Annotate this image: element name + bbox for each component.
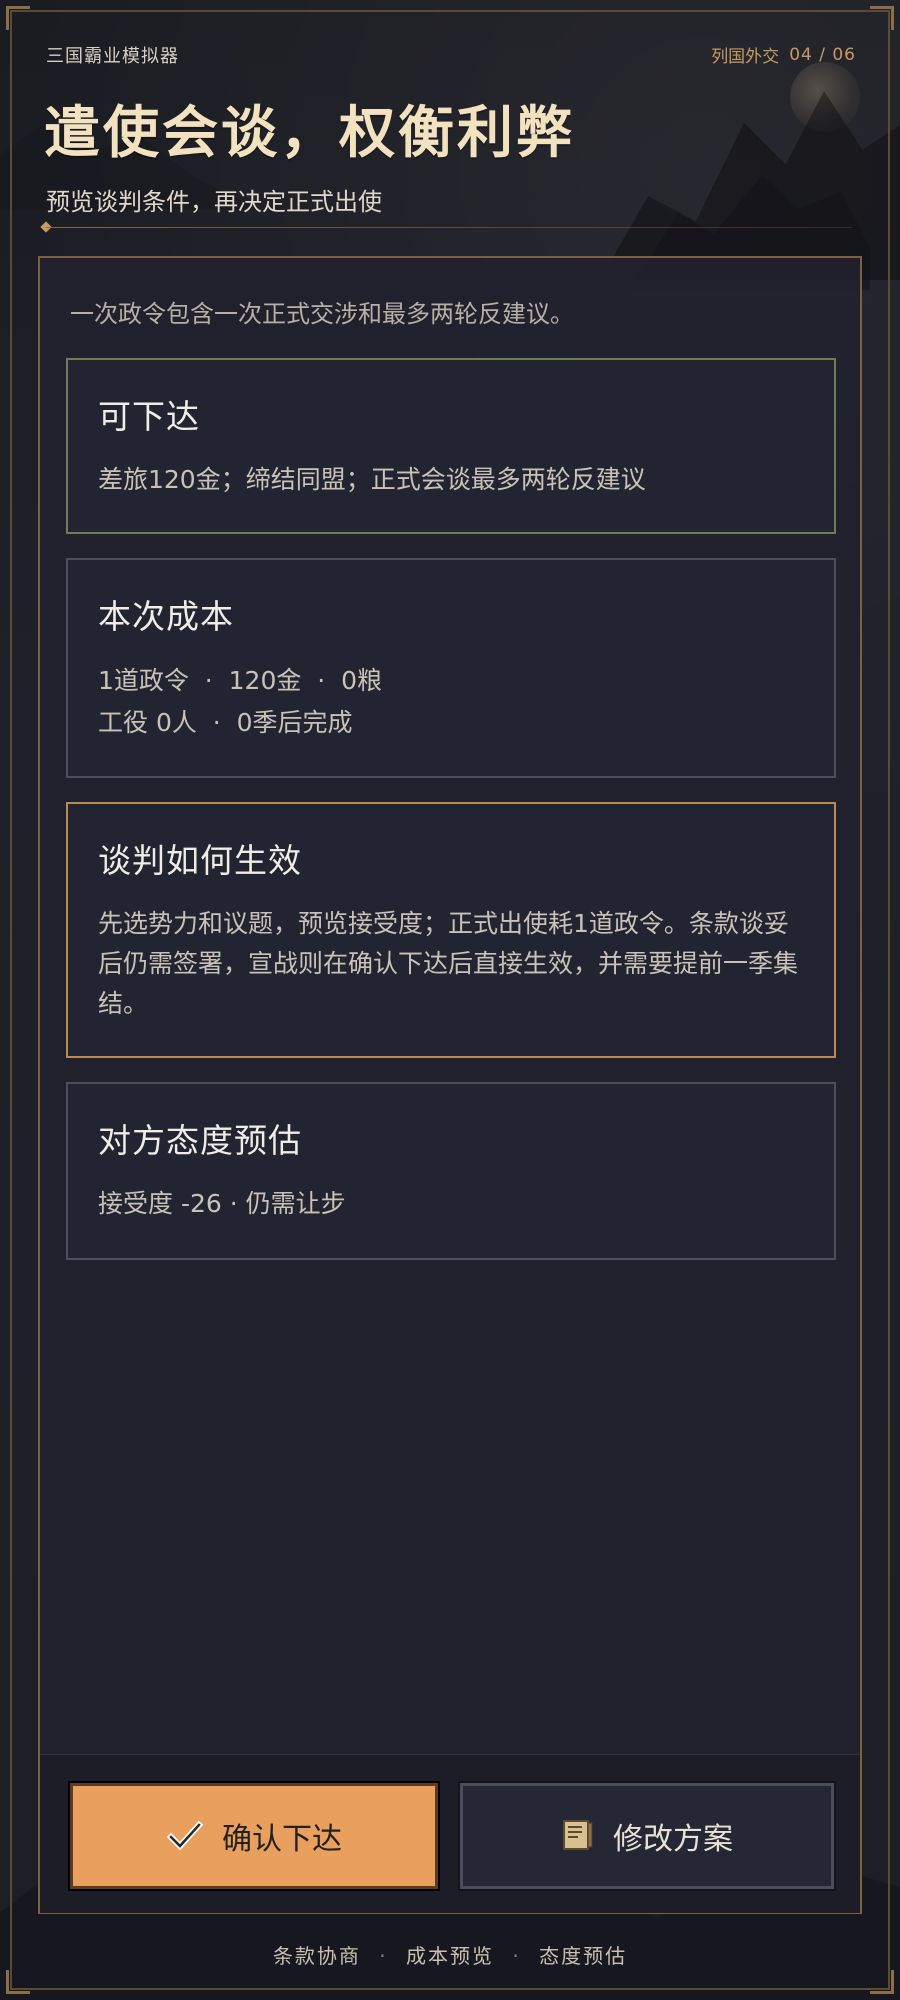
panel-description: 一次政令包含一次正式交涉和最多两轮反建议。 bbox=[70, 300, 574, 328]
diplomacy-screen: 三国霸业模拟器 列国外交 04 / 06 遣使会谈，权衡利弊 预览谈判条件，再决… bbox=[0, 0, 900, 2000]
page-title: 遣使会谈，权衡利弊 bbox=[44, 100, 575, 166]
cost-card: 本次成本 1道政令 · 120金 · 0粮 工役 0人 · 0季后完成 bbox=[66, 558, 836, 778]
confirm-button[interactable]: 确认下达 bbox=[70, 1783, 438, 1889]
page-progress: 列国外交 04 / 06 bbox=[711, 42, 856, 68]
corner-ornament bbox=[870, 1970, 894, 1994]
attitude-card: 对方态度预估 接受度 -26 · 仍需让步 bbox=[66, 1082, 836, 1260]
footer-item-attitude: 态度预估 bbox=[539, 1944, 628, 1968]
modify-button[interactable]: 修改方案 bbox=[460, 1783, 834, 1889]
mountain-decoration bbox=[600, 91, 900, 280]
cost-line: 工役 0人 · 0季后完成 bbox=[98, 708, 353, 737]
confirm-label: 确认下达 bbox=[222, 1822, 342, 1857]
footer-separator: · bbox=[512, 1944, 521, 1968]
moon-decoration bbox=[790, 62, 860, 132]
app-title: 三国霸业模拟器 bbox=[46, 46, 179, 67]
action-bar: 确认下达 修改方案 bbox=[40, 1754, 860, 1913]
footer-separator: · bbox=[379, 1944, 388, 1968]
footer-item-cost: 成本预览 bbox=[406, 1944, 494, 1968]
section-label: 列国外交 bbox=[711, 47, 780, 67]
card-title: 谈判如何生效 bbox=[98, 841, 302, 880]
available-card: 可下达 差旅120金；缔结同盟；正式会谈最多两轮反建议 bbox=[66, 358, 836, 534]
card-title: 可下达 bbox=[98, 397, 200, 436]
card-text: 接受度 -26 · 仍需让步 bbox=[98, 1189, 346, 1218]
footer-item-terms: 条款协商 bbox=[272, 1944, 361, 1968]
card-text: 先选势力和议题，预览接受度；正式出使耗1道政令。条款谈妥后仍需签署，宣战则在确认… bbox=[98, 909, 799, 1018]
checkmark-icon bbox=[166, 1817, 204, 1855]
modify-label: 修改方案 bbox=[613, 1822, 733, 1857]
corner-ornament bbox=[6, 6, 30, 30]
page-subtitle: 预览谈判条件，再决定正式出使 bbox=[46, 188, 382, 216]
corner-ornament bbox=[870, 6, 894, 30]
card-title: 本次成本 bbox=[98, 597, 234, 636]
negotiation-panel: 一次政令包含一次正式交涉和最多两轮反建议。 可下达 差旅120金；缔结同盟；正式… bbox=[38, 256, 862, 1914]
effect-card: 谈判如何生效 先选势力和议题，预览接受度；正式出使耗1道政令。条款谈妥后仍需签署… bbox=[66, 802, 836, 1058]
page-indicator: 04 / 06 bbox=[789, 44, 856, 65]
card-title: 对方态度预估 bbox=[98, 1121, 302, 1160]
footer-nav: 条款协商 · 成本预览 · 态度预估 bbox=[0, 1940, 900, 1969]
corner-ornament bbox=[6, 1970, 30, 1994]
card-text: 差旅120金；缔结同盟；正式会谈最多两轮反建议 bbox=[98, 465, 646, 494]
scroll-icon bbox=[561, 1817, 595, 1855]
header-divider bbox=[46, 227, 852, 228]
cost-line: 1道政令 · 120金 · 0粮 bbox=[98, 666, 382, 695]
